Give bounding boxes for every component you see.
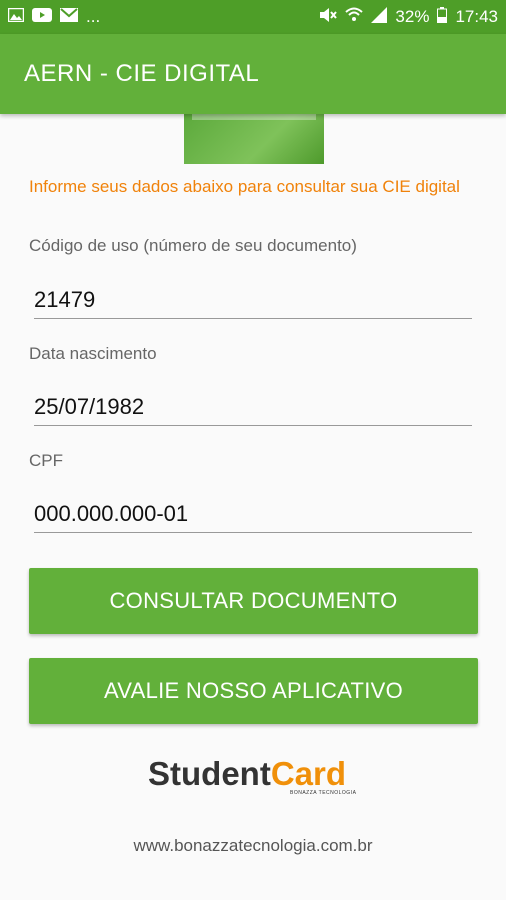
wifi-icon <box>345 7 364 28</box>
status-right: 32% 17:43 <box>319 6 498 28</box>
avalie-aplicativo-button[interactable]: AVALIE NOSSO APLICATIVO <box>29 658 478 724</box>
studentcard-logo: StudentCard BONAZZA TECNOLOGIA <box>148 756 368 800</box>
consultar-documento-button[interactable]: CONSULTAR DOCUMENTO <box>29 568 478 634</box>
battery-percent: 32% <box>395 7 430 26</box>
brand-wordmark: StudentCard <box>148 756 368 792</box>
status-left: ... <box>7 7 101 27</box>
brand-subtitle: BONAZZA TECNOLOGIA <box>290 790 357 796</box>
cpf-label: CPF <box>29 451 63 470</box>
footer-url[interactable]: www.bonazzatecnologia.com.br <box>0 836 506 856</box>
clock: 17:43 <box>455 7 498 26</box>
cpf-input[interactable]: 000.000.000-01 <box>34 498 472 533</box>
brand-student: Student <box>148 755 271 792</box>
status-bar: ... 32% 17:43 <box>0 0 506 34</box>
codigo-label: Código de uso (número de seu documento) <box>29 236 357 255</box>
app-title: AERN - CIE DIGITAL <box>24 60 260 87</box>
battery-icon <box>437 6 448 28</box>
mute-icon <box>319 7 338 28</box>
aern-logo-image <box>184 108 324 164</box>
mail-icon <box>60 7 78 27</box>
image-icon <box>7 7 25 27</box>
codigo-input[interactable]: 21479 <box>34 284 472 319</box>
nascimento-input[interactable]: 25/07/1982 <box>34 391 472 426</box>
nascimento-label: Data nascimento <box>29 344 157 363</box>
app-bar: AERN - CIE DIGITAL <box>0 34 506 114</box>
youtube-icon <box>32 7 52 27</box>
signal-icon <box>371 6 388 28</box>
info-message: Informe seus dados abaixo para consultar… <box>29 177 460 196</box>
brand-card: Card <box>270 755 347 792</box>
overflow-indicator: ... <box>86 7 101 26</box>
